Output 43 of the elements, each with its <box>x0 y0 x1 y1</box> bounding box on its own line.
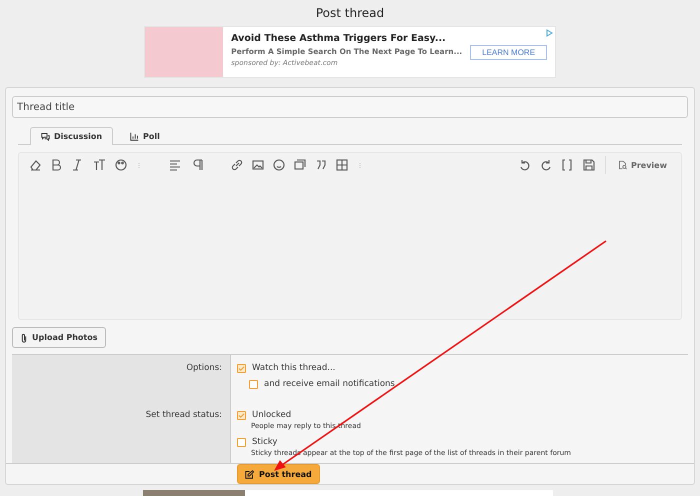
bold-icon[interactable] <box>50 159 62 171</box>
table-icon[interactable] <box>336 159 348 171</box>
document-search-icon <box>618 160 627 170</box>
checkbox-label[interactable]: Sticky <box>252 437 278 447</box>
link-icon[interactable] <box>231 159 243 171</box>
media-icon[interactable] <box>294 159 306 171</box>
checkbox-label[interactable]: Unlocked <box>252 410 292 420</box>
chat-bubbles-icon <box>41 132 50 141</box>
italic-icon[interactable] <box>71 159 83 171</box>
smiley-icon[interactable] <box>273 159 285 171</box>
checkbox[interactable] <box>237 410 246 420</box>
eraser-icon[interactable] <box>29 159 41 171</box>
page-title: Post thread <box>314 5 386 22</box>
preview-button[interactable]: Preview <box>604 156 671 174</box>
paperclip-icon <box>20 332 28 342</box>
thread-title-field[interactable]: Thread title <box>12 96 688 118</box>
text-size-icon[interactable] <box>92 159 106 171</box>
editor-area[interactable]: Preview <box>18 152 682 320</box>
paragraph-icon[interactable] <box>191 159 205 171</box>
image-icon[interactable] <box>252 159 264 171</box>
ad-headline: Avoid These Asthma Triggers For Easy... <box>231 33 447 44</box>
field-label: Options: <box>185 363 223 373</box>
quote-icon[interactable] <box>315 159 327 171</box>
redo-icon[interactable] <box>540 159 552 171</box>
upload-photos-button[interactable]: Upload Photos <box>12 327 106 348</box>
checkbox-label[interactable]: Watch this thread... <box>252 363 336 373</box>
tab[interactable]: Discussion <box>30 127 114 145</box>
checkbox[interactable] <box>249 380 258 388</box>
align-icon[interactable] <box>168 159 182 171</box>
checkbox[interactable] <box>237 364 246 372</box>
checkbox-label[interactable]: and receive email notifications <box>264 379 395 389</box>
field-label: Set thread status: <box>144 410 223 420</box>
post-thread-button[interactable]: Post thread <box>237 464 320 484</box>
undo-icon[interactable] <box>518 159 531 171</box>
tab[interactable]: Poll <box>119 127 171 145</box>
save-icon[interactable] <box>582 159 596 171</box>
learn-more-button[interactable]: LEARN MORE <box>470 44 547 60</box>
palette-icon[interactable] <box>115 159 127 171</box>
checkbox[interactable] <box>237 438 246 446</box>
ad-info-icon[interactable] <box>546 29 553 37</box>
brackets-icon[interactable] <box>560 159 573 171</box>
bar-chart-icon <box>130 132 140 141</box>
edit-icon <box>245 470 254 478</box>
